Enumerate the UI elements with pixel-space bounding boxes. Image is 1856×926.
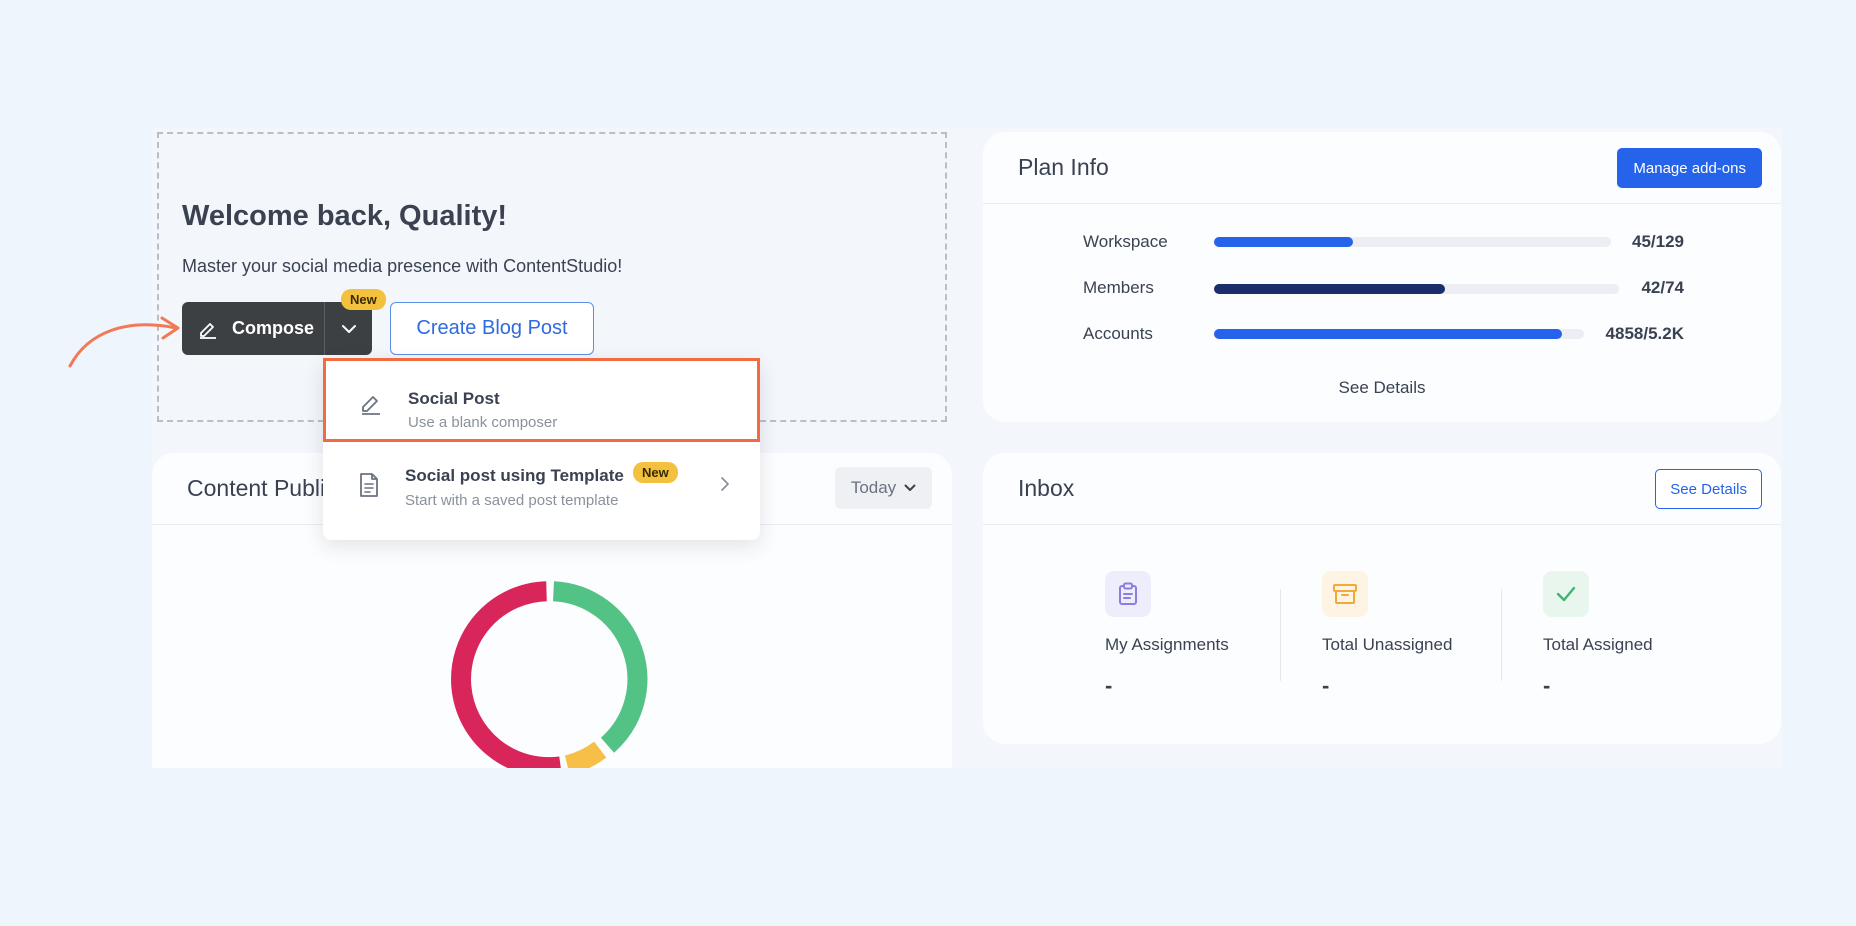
compose-label: Compose [232, 318, 315, 338]
create-blog-post-button[interactable]: Create Blog Post [390, 302, 594, 355]
dropdown-item-description: Use a blank composer [408, 414, 558, 431]
dropdown-item-description: Start with a saved post template [405, 492, 619, 509]
quota-workspace-bar [1214, 237, 1611, 247]
chevron-down-icon [341, 324, 356, 333]
donut-segment-red [451, 581, 561, 768]
compose-new-badge: New [341, 289, 386, 310]
plan-see-details-link[interactable]: See Details [983, 378, 1781, 398]
pointer-arrow-icon [68, 316, 180, 368]
manage-addons-button[interactable]: Manage add-ons [1617, 148, 1762, 188]
compose-button[interactable]: Compose [182, 302, 324, 355]
template-new-badge: New [633, 462, 678, 483]
pencil-icon [362, 396, 380, 415]
quota-members-bar [1214, 284, 1619, 294]
dropdown-item-title: Social Post [408, 389, 500, 408]
plan-info-card: Plan Info Manage add-ons Workspace 45/12… [983, 132, 1781, 422]
publishing-donut-chart [451, 581, 648, 768]
stat-divider [1501, 589, 1502, 681]
quota-members-value: 42/74 [1641, 278, 1684, 297]
checkmark-icon [1543, 571, 1589, 617]
stat-divider [1280, 589, 1281, 681]
dropdown-item-title: Social post using Template [405, 466, 624, 485]
content-publishing-title: Content Publi [187, 475, 326, 501]
quota-accounts-label: Accounts [1083, 324, 1153, 343]
inbox-card: Inbox See Details My Assignments - Total… [983, 453, 1781, 744]
quota-accounts-value: 4858/5.2K [1605, 324, 1684, 343]
welcome-subtitle: Master your social media presence with C… [182, 256, 623, 276]
archive-icon [1322, 571, 1368, 617]
stat-value: - [1543, 673, 1551, 698]
quota-members-fill [1214, 284, 1445, 294]
compose-dropdown-menu: Social Post Use a blank composer Social … [323, 358, 760, 540]
plan-info-title: Plan Info [1018, 154, 1109, 180]
pencil-icon [200, 322, 216, 339]
date-range-select[interactable]: Today [835, 467, 932, 509]
welcome-title: Welcome back, Quality! [182, 200, 508, 232]
quota-workspace-label: Workspace [1083, 232, 1168, 251]
date-range-value: Today [850, 478, 897, 497]
dropdown-item-template-post[interactable]: Social post using Template Start with a … [323, 442, 760, 540]
inbox-see-details-button[interactable]: See Details [1655, 469, 1762, 509]
document-icon [360, 473, 378, 497]
quota-workspace-value: 45/129 [1632, 232, 1684, 251]
stat-label: My Assignments [1105, 635, 1229, 654]
chevron-right-icon [721, 477, 729, 491]
stat-label: Total Assigned [1543, 635, 1653, 654]
compose-button-group: Compose [182, 302, 372, 355]
quota-workspace-fill [1214, 237, 1353, 247]
stat-my-assignments: My Assignments - [1105, 571, 1229, 699]
chevron-down-icon [904, 484, 916, 491]
stat-label: Total Unassigned [1322, 635, 1453, 654]
stat-value: - [1105, 673, 1113, 698]
stat-value: - [1322, 673, 1330, 698]
inbox-header: Inbox See Details [983, 453, 1781, 525]
stat-total-unassigned: Total Unassigned - [1322, 571, 1452, 699]
quota-accounts-bar [1214, 329, 1584, 339]
donut-segment-yellow [564, 741, 607, 768]
inbox-title: Inbox [1018, 475, 1075, 501]
quota-accounts-fill [1214, 329, 1562, 339]
quota-members-label: Members [1083, 278, 1154, 297]
stat-total-assigned: Total Assigned - [1543, 571, 1653, 699]
donut-segment-green [552, 581, 648, 753]
dropdown-item-social-post[interactable]: Social Post Use a blank composer [323, 358, 760, 442]
clipboard-icon [1105, 571, 1151, 617]
plan-info-header: Plan Info Manage add-ons [983, 132, 1781, 204]
